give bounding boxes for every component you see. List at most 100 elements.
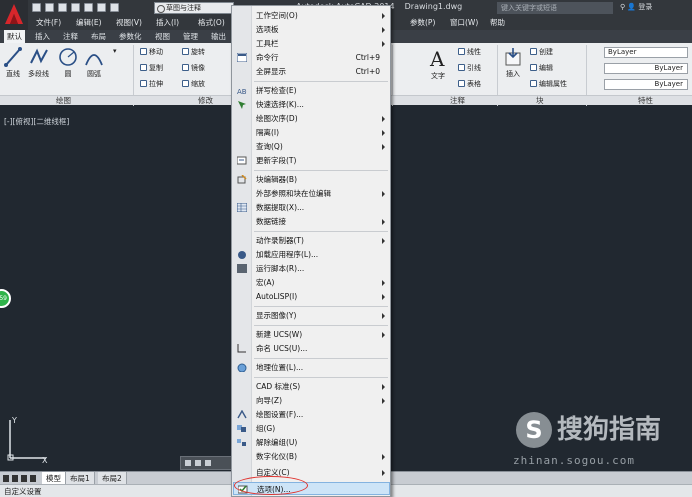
draw-small-tools[interactable]: ▾ xyxy=(113,46,117,56)
last-tab-arrow-icon[interactable] xyxy=(30,475,36,482)
workspace-select[interactable]: 草图与注释 xyxy=(154,2,234,14)
modify-group-label[interactable]: 修改 xyxy=(198,96,213,106)
search-input[interactable]: 键入关键字或短语 xyxy=(497,2,613,14)
menu-item-macro[interactable]: 宏(A) xyxy=(233,276,390,289)
edit-block-tool[interactable]: 编辑 xyxy=(530,63,553,73)
user-icon[interactable]: 👤 xyxy=(627,3,636,11)
menu-item-drafting-settings[interactable]: 绘图设置(F)... xyxy=(233,408,390,421)
menu-item-inquiry[interactable]: 查询(Q) xyxy=(233,140,390,153)
menu-item-command-line[interactable]: 命令行 Ctrl+9 xyxy=(233,51,390,64)
menu-item-autolisp[interactable]: AutoLISP(I) xyxy=(233,290,390,303)
autocad-logo-button[interactable] xyxy=(0,0,28,30)
edit-attributes-tool[interactable]: 编辑属性 xyxy=(530,79,567,89)
menu-item-palettes[interactable]: 选项板 xyxy=(233,23,390,36)
menu-item-named-ucs[interactable]: 命名 UCS(U)... xyxy=(233,342,390,355)
login-button[interactable]: ⚲ 👤 登录 xyxy=(620,2,652,12)
menu-item-quick-select[interactable]: 快速选择(K)... xyxy=(233,98,390,111)
notification-badge[interactable]: 59 xyxy=(0,289,11,308)
close-icon[interactable] xyxy=(185,460,191,466)
create-block-tool[interactable]: 创建 xyxy=(530,47,553,57)
tab-insert[interactable]: 插入 xyxy=(32,30,53,43)
open-file-icon[interactable] xyxy=(45,3,54,12)
menu-item-shortcut: Ctrl+9 xyxy=(355,53,380,62)
redo-icon[interactable] xyxy=(110,3,119,12)
menu-item-spell-check[interactable]: ABC 拼写检查(E) xyxy=(233,84,390,97)
linetype-select[interactable]: ByLayer xyxy=(604,63,688,74)
leader-tool[interactable]: 引线 xyxy=(458,63,481,73)
tab-parametric[interactable]: 参数化 xyxy=(116,30,145,43)
menu-item-digitizer[interactable]: 数字化仪(B) xyxy=(233,450,390,463)
draw-group-label[interactable]: 绘图 xyxy=(56,96,71,106)
menu-item-ungroup[interactable]: 解除编组(U) xyxy=(233,436,390,449)
move-tool[interactable]: 移动 xyxy=(140,47,163,57)
circle-tool[interactable]: 圆 xyxy=(58,47,78,79)
menu-item-wizards[interactable]: 向导(Z) xyxy=(233,394,390,407)
menu-item-workspaces[interactable]: 工作空间(O) xyxy=(233,9,390,22)
menu-format[interactable]: 格式(O) xyxy=(198,17,225,29)
menu-item-geolocation[interactable]: 地理位置(L)... xyxy=(233,361,390,374)
menu-item-update-fields[interactable]: 更新字段(T) xyxy=(233,154,390,167)
next-tab-arrow-icon[interactable] xyxy=(21,475,27,482)
scale-tool[interactable]: 缩放 xyxy=(182,79,205,89)
menu-parameters[interactable]: 参数(P) xyxy=(410,17,435,29)
wrench-icon[interactable] xyxy=(195,460,201,466)
table-tool[interactable]: 表格 xyxy=(458,79,481,89)
menu-item-data-extraction[interactable]: 数据提取(X)... xyxy=(233,201,390,214)
lineweight-select[interactable]: ByLayer xyxy=(604,79,688,90)
viewport-controls[interactable]: [-][俯视][二维线框] xyxy=(4,116,69,127)
prev-tab-arrow-icon[interactable] xyxy=(12,475,18,482)
menu-item-run-script[interactable]: 运行脚本(R)... xyxy=(233,262,390,275)
menu-view[interactable]: 视图(V) xyxy=(116,17,142,29)
annotation-group-label[interactable]: 注释 xyxy=(450,96,465,106)
color-select[interactable]: ByLayer xyxy=(604,47,688,58)
menu-item-new-ucs[interactable]: 新建 UCS(W) xyxy=(233,328,390,341)
save-as-icon[interactable] xyxy=(71,3,80,12)
mirror-tool[interactable]: 镜像 xyxy=(182,63,205,73)
menu-item-cad-standards[interactable]: CAD 标准(S) xyxy=(233,380,390,393)
menu-item-action-recorder[interactable]: 动作录制器(T) xyxy=(233,234,390,247)
properties-group-label[interactable]: 特性 xyxy=(638,96,653,106)
menu-item-block-editor[interactable]: 块编辑器(B) xyxy=(233,173,390,186)
menu-item-isolate[interactable]: 隔离(I) xyxy=(233,126,390,139)
linear-dimension-tool[interactable]: 线性 xyxy=(458,47,481,57)
tab-default[interactable]: 默认 xyxy=(4,30,25,43)
menu-item-load-application[interactable]: 加载应用程序(L)... xyxy=(233,248,390,261)
undo-icon[interactable] xyxy=(97,3,106,12)
tab-annotate[interactable]: 注释 xyxy=(60,30,81,43)
save-icon[interactable] xyxy=(58,3,67,12)
tab-view[interactable]: 视图 xyxy=(152,30,173,43)
polyline-tool[interactable]: 多段线 xyxy=(28,47,49,79)
copy-tool[interactable]: 复制 xyxy=(140,63,163,73)
tab-layout[interactable]: 布局 xyxy=(88,30,109,43)
search-binoculars-icon[interactable]: ⚲ xyxy=(620,3,625,11)
menu-item-options[interactable]: 选项(N)... xyxy=(233,482,390,495)
menu-item-toolbars[interactable]: 工具栏 xyxy=(233,37,390,50)
first-tab-arrow-icon[interactable] xyxy=(3,475,9,482)
command-line-strip[interactable] xyxy=(180,456,235,470)
insert-block-tool[interactable]: 插入 xyxy=(503,47,523,79)
menu-item-label: 加载应用程序(L)... xyxy=(256,250,319,259)
menu-edit[interactable]: 编辑(E) xyxy=(76,17,102,29)
text-tool[interactable]: A 文字 xyxy=(428,47,448,81)
line-tool[interactable]: 直线 xyxy=(4,47,22,79)
arc-tool[interactable]: 圆弧 xyxy=(84,47,104,79)
menu-item-group[interactable]: 组(G) xyxy=(233,422,390,435)
print-icon[interactable] xyxy=(84,3,93,12)
menu-item-data-links[interactable]: 数据链接 xyxy=(233,215,390,228)
menu-insert[interactable]: 插入(I) xyxy=(156,17,179,29)
new-file-icon[interactable] xyxy=(32,3,41,12)
menu-help[interactable]: 帮助 xyxy=(490,17,505,29)
menu-item-display-image[interactable]: 显示图像(Y) xyxy=(233,309,390,322)
menu-window[interactable]: 窗口(W) xyxy=(450,17,478,29)
menu-item-customize[interactable]: 自定义(C) xyxy=(233,466,390,479)
menu-item-fullscreen[interactable]: 全屏显示 Ctrl+0 xyxy=(233,65,390,78)
menu-item-draw-order[interactable]: 绘图次序(D) xyxy=(233,112,390,125)
rotate-tool[interactable]: 旋转 xyxy=(182,47,205,57)
menu-item-xref-inplace-edit[interactable]: 外部参照和块在位编辑 xyxy=(233,187,390,200)
block-group-label[interactable]: 块 xyxy=(536,96,544,106)
tab-manage[interactable]: 管理 xyxy=(180,30,201,43)
tab-output[interactable]: 输出 xyxy=(208,30,229,43)
stretch-tool[interactable]: 拉伸 xyxy=(140,79,163,89)
menu-file[interactable]: 文件(F) xyxy=(36,17,61,29)
submenu-arrow-icon xyxy=(382,384,385,390)
